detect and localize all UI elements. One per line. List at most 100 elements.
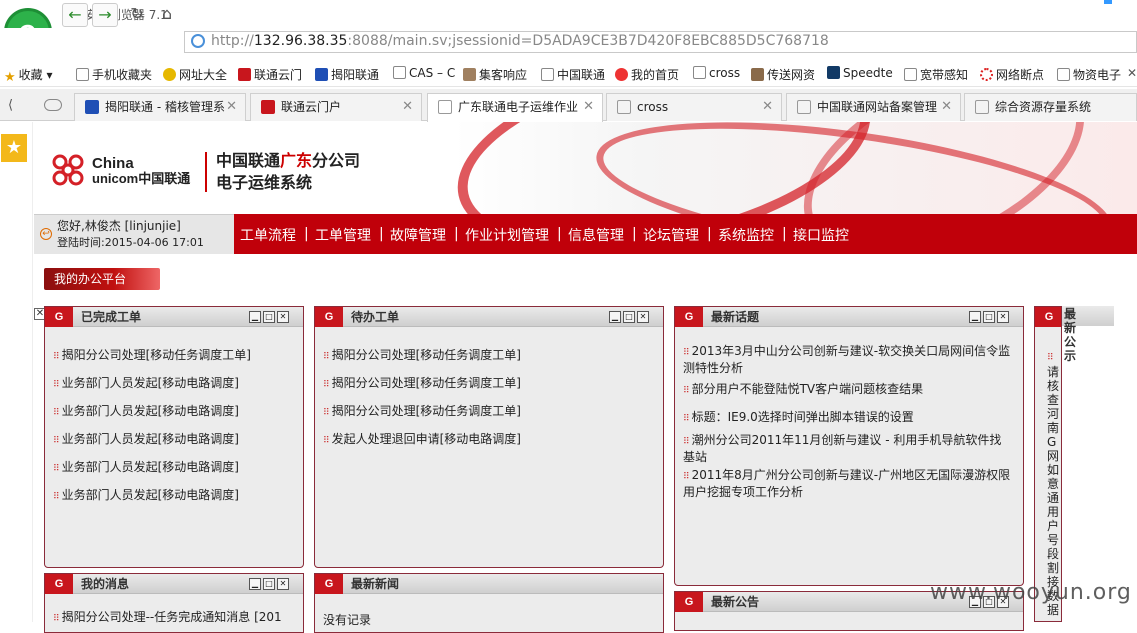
list-item[interactable]: ⠿ 揭阳分公司处理[移动任务调度工单] — [323, 376, 521, 393]
list-item[interactable]: ⠿ 业务部门人员发起[移动电路调度] — [53, 376, 239, 393]
panel-g-icon: G — [1035, 307, 1061, 327]
bookmark-item[interactable]: 中国联通 — [541, 66, 605, 83]
menu-item-forum-mgmt[interactable]: 论坛管理 — [643, 225, 699, 245]
tab-item[interactable]: 综合资源存量系统 — [964, 93, 1137, 121]
menu-separator: | — [454, 226, 459, 242]
my-office-platform-button[interactable]: 我的办公平台 — [44, 268, 160, 290]
maximize-icon[interactable]: □ — [263, 311, 275, 323]
page-icon — [1057, 68, 1070, 81]
menu-item-workflow[interactable]: 工单流程 — [240, 225, 296, 245]
tab-item[interactable]: 揭阳联通 - 稽核管理系 ✕ — [74, 93, 246, 121]
minimize-icon[interactable]: ▁ — [609, 311, 621, 323]
bookmark-item[interactable]: 宽带感知 — [904, 66, 968, 83]
image-icon — [751, 68, 764, 81]
tab-item[interactable]: 中国联通网站备案管理 ✕ — [786, 93, 961, 121]
bookmark-item[interactable]: 物资电子 — [1057, 66, 1121, 83]
maximize-icon[interactable]: □ — [983, 311, 995, 323]
menu-separator: | — [379, 226, 384, 242]
tab-item[interactable]: cross ✕ — [606, 93, 782, 121]
list-item[interactable]: ⠿ 标题：IE9.0选择时间弹出脚本错误的设置 — [683, 410, 1011, 427]
bookmark-item[interactable]: 手机收藏夹 — [76, 66, 152, 83]
maximize-icon[interactable]: □ — [623, 311, 635, 323]
page-header-banner — [34, 122, 1137, 214]
address-text[interactable]: http://132.96.38.35:8088/main.sv;jsessio… — [211, 33, 829, 49]
menu-separator: | — [707, 226, 712, 242]
list-item[interactable]: ⠿ 揭阳分公司处理--任务完成通知消息 [201 — [53, 610, 282, 627]
menu-item-interface-monitor[interactable]: 接口监控 — [793, 225, 849, 245]
list-item[interactable]: ⠿ 业务部门人员发起[移动电路调度] — [53, 488, 239, 505]
minimize-icon[interactable]: ▁ — [969, 311, 981, 323]
user-status-icon: ↩ — [40, 228, 52, 240]
page-icon — [904, 68, 917, 81]
page-info-icon — [191, 34, 205, 48]
list-item[interactable]: ⠿ 2013年3月中山分公司创新与建议-软交换关口局网间信令监测特性分析 — [683, 344, 1011, 376]
tab-close-icon[interactable]: ✕ — [762, 94, 773, 120]
menu-separator: | — [557, 226, 562, 242]
back-button[interactable]: ← — [62, 3, 88, 27]
menu-item-info-mgmt[interactable]: 信息管理 — [568, 225, 624, 245]
system-title: 中国联通广东分公司 电子运维系统 — [216, 150, 360, 194]
bookmark-item[interactable]: 我的首页 — [615, 66, 679, 83]
list-item[interactable]: ⠿ 部分用户不能登陆悦TV客户端问题核查结果 — [683, 382, 1011, 399]
speedtest-icon — [827, 66, 840, 79]
page-icon — [617, 100, 631, 114]
bookmark-favorites[interactable]: ★ 收藏 ▾ — [4, 66, 53, 85]
star-icon: ★ — [4, 70, 16, 85]
brand-line1: China — [92, 155, 134, 172]
unicom-icon — [238, 68, 251, 81]
list-item[interactable]: ⠿ 潮州分公司2011年11月创新与建议 - 利用手机导航软件找基站 — [683, 433, 1011, 465]
close-icon[interactable]: ✕ — [997, 311, 1009, 323]
notice-item[interactable]: ⠿请核查河南G网如意通用户号段割接数据 — [1047, 349, 1059, 617]
panel-g-icon: G — [315, 574, 343, 594]
tab-close-icon[interactable]: ✕ — [226, 94, 237, 120]
menu-separator: | — [304, 226, 309, 242]
list-item[interactable]: ⠿ 揭阳分公司处理[移动任务调度工单] — [323, 404, 521, 421]
panel-title: 最新公告 — [711, 595, 760, 609]
list-item[interactable]: ⠿ 业务部门人员发起[移动电路调度] — [53, 432, 239, 449]
minimize-icon[interactable]: ▁ — [249, 578, 261, 590]
forward-button[interactable]: → — [92, 3, 118, 27]
menu-item-order-mgmt[interactable]: 工单管理 — [315, 225, 371, 245]
tab-close-icon[interactable]: ✕ — [941, 94, 952, 120]
tab-close-icon[interactable]: ✕ — [402, 94, 413, 120]
list-item[interactable]: ⠿ 揭阳分公司处理[移动任务调度工单] — [53, 348, 251, 365]
favorites-star-icon[interactable]: ★ — [1, 134, 27, 162]
tab-scroll-left-icon[interactable]: ⟨ — [8, 98, 13, 113]
cloud-icon[interactable] — [44, 99, 62, 111]
bookmark-item[interactable]: cross — [693, 66, 740, 80]
bookmark-item[interactable]: CAS – C — [393, 66, 455, 80]
page-icon — [541, 68, 554, 81]
bookmark-item[interactable]: 集客响应 — [463, 66, 527, 83]
tab-close-icon[interactable]: ✕ — [583, 94, 594, 120]
menu-item-system-monitor[interactable]: 系统监控 — [718, 225, 774, 245]
bookmark-item[interactable]: 网址大全 — [163, 66, 227, 83]
tab-item[interactable]: 联通云门户 ✕ — [250, 93, 422, 121]
bookmarks-close-icon[interactable]: ✕ — [1127, 66, 1137, 80]
list-item[interactable]: ⠿ 发起人处理退回申请[移动电路调度] — [323, 432, 521, 449]
minimize-icon[interactable]: ▁ — [249, 311, 261, 323]
tab-item-active[interactable]: 广东联通电子运维作业 ✕ — [427, 93, 603, 122]
list-item[interactable]: ⠿ 业务部门人员发起[移动电路调度] — [53, 404, 239, 421]
panel-latest-notice: G ⠿请核查河南G网如意通用户号段割接数据 — [1034, 306, 1062, 622]
bookmark-item[interactable]: Speedte — [827, 66, 893, 80]
list-item[interactable]: ⠿ 揭阳分公司处理[移动任务调度工单] — [323, 348, 521, 365]
panel-g-icon: G — [45, 307, 73, 327]
refresh-icon[interactable]: ↻ — [124, 3, 150, 27]
home-icon[interactable]: ⌂ — [154, 3, 180, 27]
page-icon — [693, 66, 706, 79]
weibo-icon — [615, 68, 628, 81]
panel-g-icon: G — [45, 574, 73, 594]
maximize-icon[interactable]: □ — [263, 578, 275, 590]
bookmark-item[interactable]: 联通云门 — [238, 66, 302, 83]
panel-title: 最新公示 — [1064, 307, 1077, 363]
close-icon[interactable]: ✕ — [277, 311, 289, 323]
bookmark-item[interactable]: 揭阳联通 — [315, 66, 379, 83]
list-item[interactable]: ⠿ 2011年8月广州分公司创新与建议-广州地区无国际漫游权限用户挖掘专项工作分析 — [683, 468, 1011, 500]
close-icon[interactable]: ✕ — [637, 311, 649, 323]
bookmark-item[interactable]: 传送网资 — [751, 66, 815, 83]
close-icon[interactable]: ✕ — [277, 578, 289, 590]
menu-item-fault-mgmt[interactable]: 故障管理 — [390, 225, 446, 245]
menu-item-plan-mgmt[interactable]: 作业计划管理 — [465, 225, 549, 245]
bookmark-item[interactable]: 网络断点 — [980, 66, 1044, 83]
list-item[interactable]: ⠿ 业务部门人员发起[移动电路调度] — [53, 460, 239, 477]
